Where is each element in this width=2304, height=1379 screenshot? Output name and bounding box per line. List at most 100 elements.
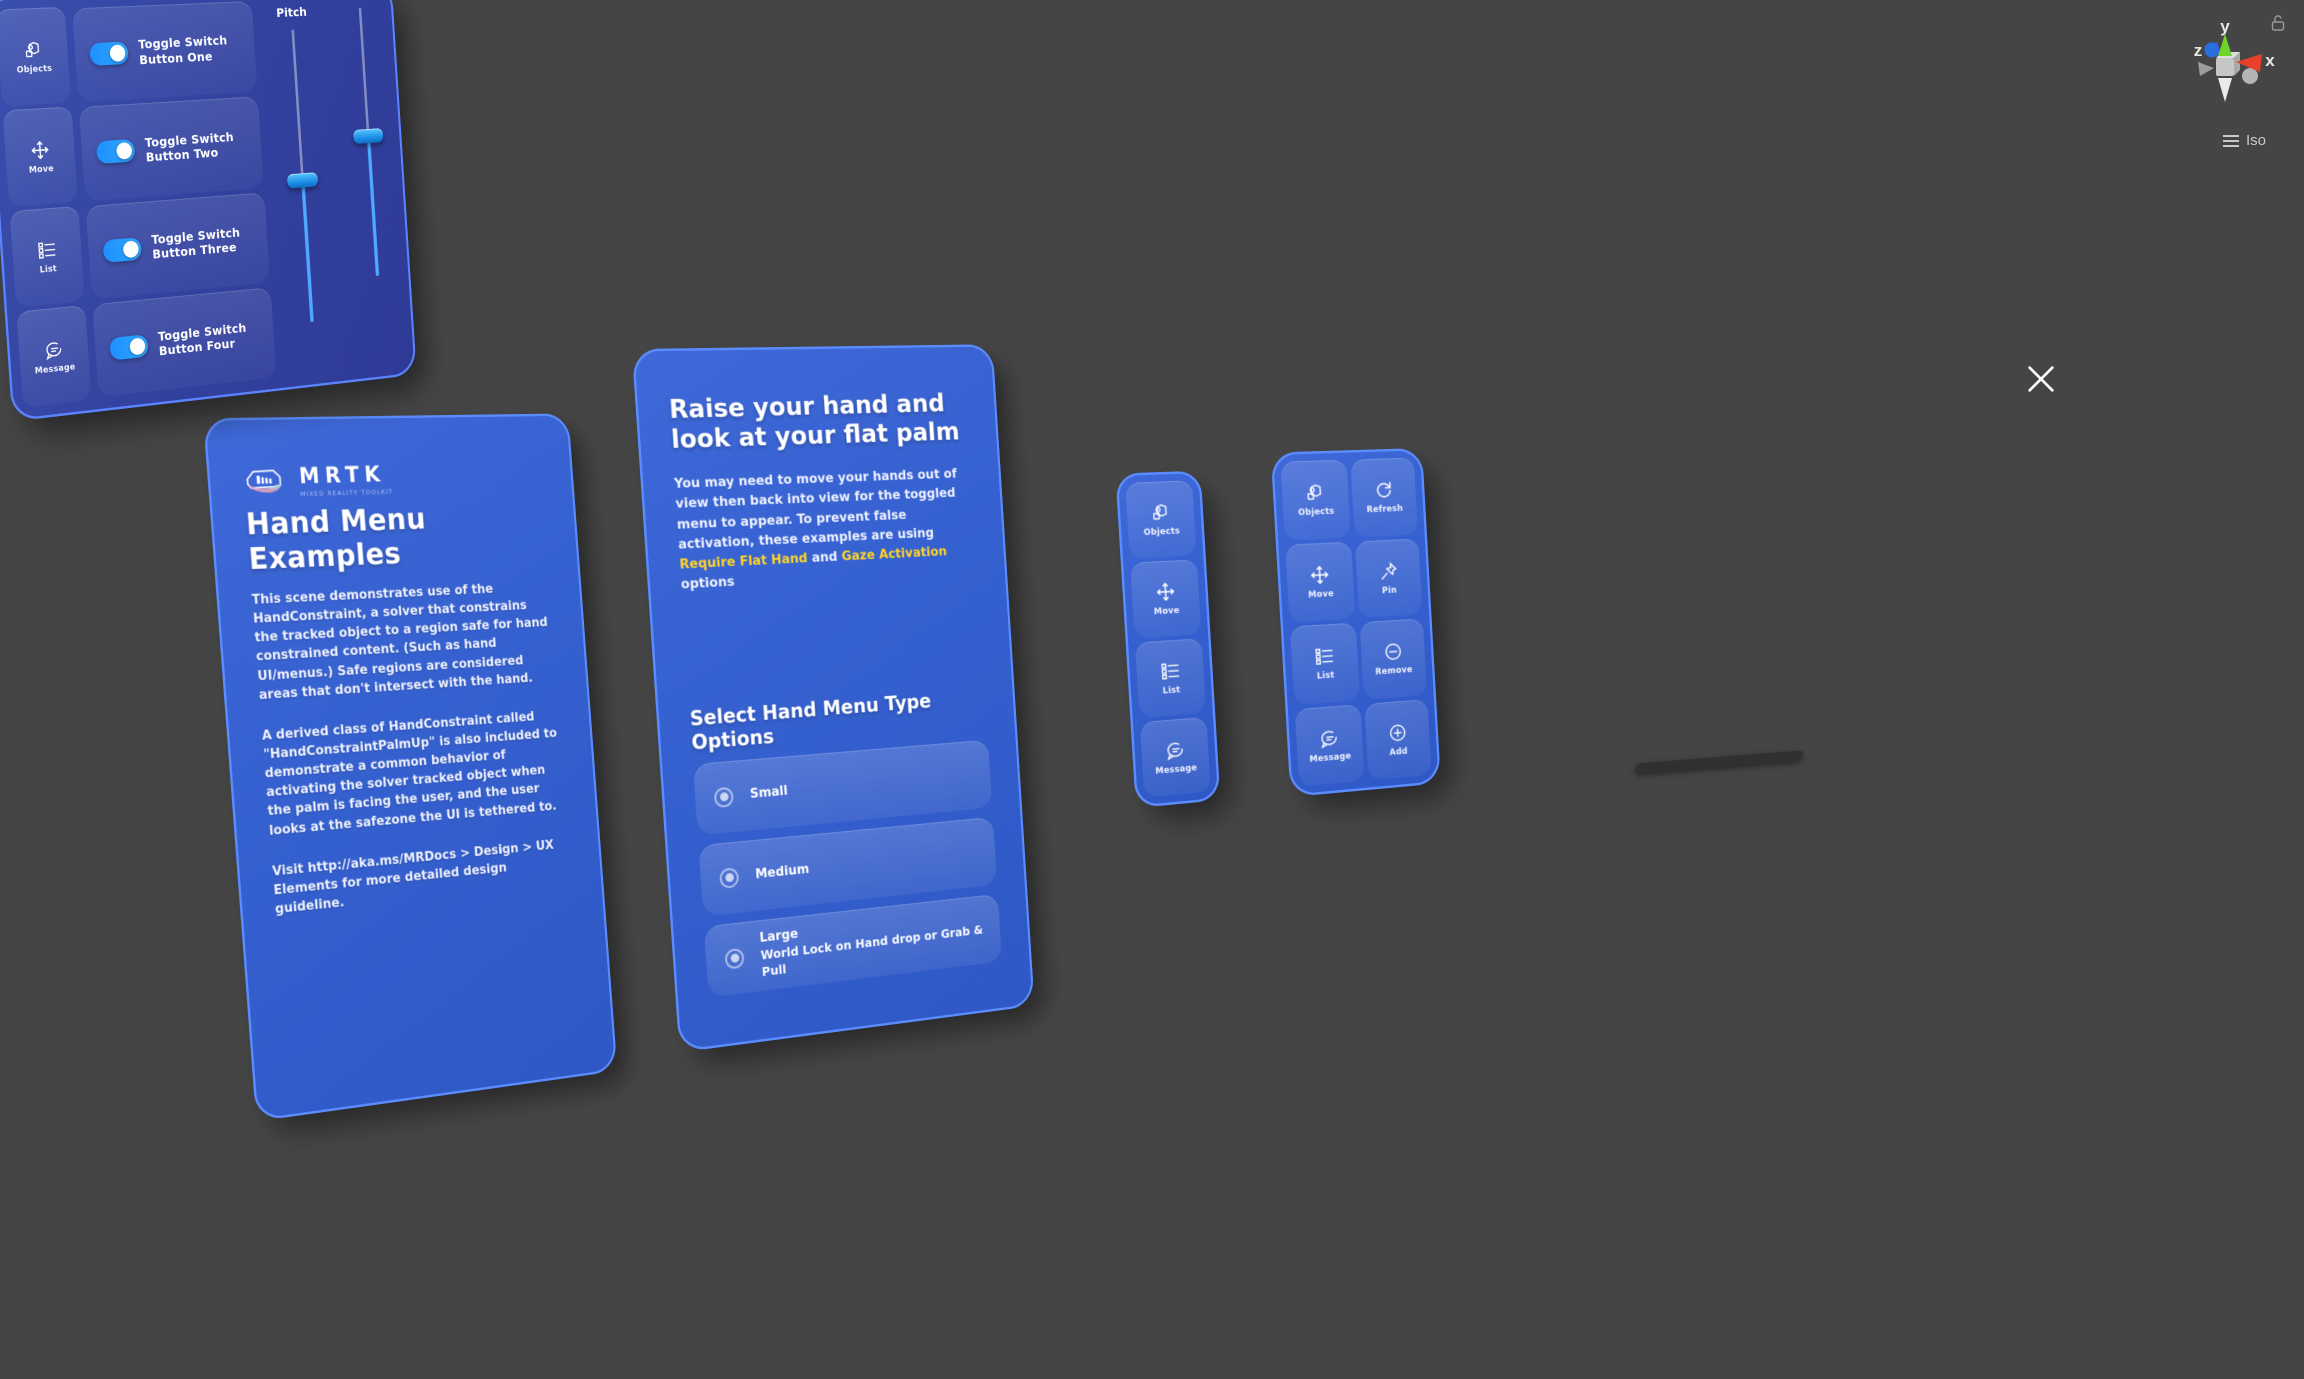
menu-button-label: Message xyxy=(1155,763,1198,777)
menu-button-message[interactable]: Message xyxy=(1139,716,1211,798)
move-arrows-icon xyxy=(1154,580,1176,603)
menu-button-objects[interactable]: Objects xyxy=(1280,459,1351,541)
unlocked-padlock-icon[interactable] xyxy=(2270,14,2286,32)
hand-menu-medium: Objects Refresh Move Pin List Remove Mes… xyxy=(1273,450,1439,795)
hand-body-highlight-1: Require Flat Hand xyxy=(679,551,809,573)
toggle-switch-on-icon[interactable] xyxy=(95,139,136,165)
radio-dot-icon xyxy=(724,947,745,970)
hamburger-icon[interactable] xyxy=(2222,134,2239,147)
radio-dot-icon xyxy=(719,867,740,889)
menu-button-label: Message xyxy=(1309,751,1352,765)
projection-mode-row[interactable]: Iso xyxy=(2222,132,2266,149)
slider-track[interactable] xyxy=(358,7,370,137)
add-plus-circle-icon xyxy=(1387,721,1409,744)
menu-button-label: List xyxy=(1316,670,1335,682)
message-bubble-icon xyxy=(1164,738,1186,762)
message-bubble-icon xyxy=(43,337,65,361)
toggle-switch-row-three[interactable]: Toggle Switch Button Three xyxy=(85,191,271,300)
menu-button-list[interactable]: List xyxy=(1289,622,1360,705)
description-paragraph-2: A derived class of HandConstraint called… xyxy=(261,709,558,839)
menu-button-label: List xyxy=(39,263,58,276)
menu-button-list[interactable]: List xyxy=(9,205,85,308)
menu-button-move[interactable]: Move xyxy=(1130,559,1202,639)
menu-button-refresh[interactable]: Refresh xyxy=(1349,457,1419,538)
menu-button-label: Objects xyxy=(1297,506,1335,519)
toggle-switch-on-icon[interactable] xyxy=(102,236,142,263)
slider-fill xyxy=(301,180,314,323)
list-icon xyxy=(1159,659,1181,682)
move-arrows-icon xyxy=(1309,563,1331,586)
menu-button-label: Remove xyxy=(1375,665,1413,678)
toggle-switch-row-four[interactable]: Toggle Switch Button Four xyxy=(92,286,277,398)
menu-button-pin[interactable]: Pin xyxy=(1354,538,1423,619)
menu-button-label: List xyxy=(1162,685,1181,697)
hand-menu-small: Objects Move List Message xyxy=(1117,473,1218,806)
gizmo-axis-z-ball xyxy=(2204,42,2220,58)
hand-body-post: options xyxy=(680,574,735,593)
hand-panel-title: Raise your hand and look at your flat pa… xyxy=(668,389,961,456)
hand-panel-body: You may need to move your hands out of v… xyxy=(674,465,978,595)
toggle-switch-row-two[interactable]: Toggle Switch Button Two xyxy=(78,96,264,201)
menu-button-objects[interactable]: Objects xyxy=(1125,480,1197,559)
hand-body-mid: and xyxy=(807,549,843,566)
hand-menu-large: Objects Move List Message Toggle Switch … xyxy=(0,0,415,419)
mrtk-hololens-logo-icon xyxy=(242,467,288,498)
description-paragraph-3: Visit http://aka.ms/MRDocs > Design > UX… xyxy=(271,837,555,918)
menu-button-move[interactable]: Move xyxy=(2,106,78,208)
toggle-switch-label: Toggle Switch Button Four xyxy=(157,320,247,359)
gizmo-axis-z-label: z xyxy=(2194,41,2203,60)
toggle-switch-label: Toggle Switch Button One xyxy=(137,33,228,67)
close-x-icon xyxy=(2028,366,2054,392)
mrtk-logo-row: MRTK MIXED REALITY TOOLKIT xyxy=(242,461,543,499)
menu-button-move[interactable]: Move xyxy=(1285,541,1356,623)
menu-button-label: Objects xyxy=(1143,526,1181,539)
menu-button-remove[interactable]: Remove xyxy=(1359,618,1428,700)
menu-button-objects[interactable]: Objects xyxy=(0,6,72,107)
menu-button-label: Move xyxy=(1153,605,1180,618)
menu-button-label: Refresh xyxy=(1366,504,1404,516)
menu-button-message[interactable]: Message xyxy=(1294,703,1365,787)
menu-button-add[interactable]: Add xyxy=(1363,698,1432,781)
slider-pitch[interactable]: Pitch xyxy=(266,4,340,366)
slider-label: Pitch xyxy=(275,4,308,20)
move-arrows-icon xyxy=(29,138,51,161)
slider-knob[interactable] xyxy=(352,128,384,145)
slider-group: Pitch Roll xyxy=(253,0,408,381)
hand-body-pre: You may need to move your hands out of v… xyxy=(673,467,958,553)
menu-button-message[interactable]: Message xyxy=(16,305,92,408)
gizmo-axis-y xyxy=(2218,34,2232,56)
slider-roll[interactable]: Roll xyxy=(334,0,406,340)
toggle-switch-list: Toggle Switch Button One Toggle Switch B… xyxy=(66,0,278,402)
toggle-switch-label: Toggle Switch Button Two xyxy=(144,129,235,165)
slider-knob[interactable] xyxy=(286,172,319,189)
menu-button-label: Move xyxy=(1308,588,1335,601)
menu-button-label: Move xyxy=(28,163,55,176)
close-button[interactable] xyxy=(2024,362,2058,396)
hand-menu-options-panel: Raise your hand and look at your flat pa… xyxy=(634,346,1033,1050)
toggle-switch-row-one[interactable]: Toggle Switch Button One xyxy=(72,0,258,103)
menu-button-label: Message xyxy=(34,361,76,377)
mrtk-wordmark-block: MRTK MIXED REALITY TOOLKIT xyxy=(298,463,393,498)
toggle-switch-on-icon[interactable] xyxy=(89,41,129,66)
panel-ground-shadow xyxy=(1634,750,1804,774)
hand-menu-type-radio-group: Small Medium Large World Lock on Hand dr… xyxy=(693,739,1003,998)
radio-dot-icon xyxy=(713,786,734,809)
menu-button-label: Add xyxy=(1389,746,1408,758)
radio-label: Small xyxy=(749,784,789,803)
toggle-switch-on-icon[interactable] xyxy=(109,334,149,361)
slider-track[interactable] xyxy=(291,29,304,181)
list-icon xyxy=(36,238,58,261)
description-panel: MRTK MIXED REALITY TOOLKIT Hand Menu Exa… xyxy=(205,415,616,1119)
page-title: Hand Menu Examples xyxy=(244,502,428,578)
gizmo-axis-y-label: y xyxy=(2220,17,2230,36)
radio-label-block: Large World Lock on Hand drop or Grab & … xyxy=(759,904,1001,981)
menu-button-label: Objects xyxy=(16,63,53,76)
slider-fill xyxy=(366,136,379,277)
gizmo-axis-x-label: x xyxy=(2265,51,2275,70)
projection-mode-label: Iso xyxy=(2245,132,2266,149)
menu-button-list[interactable]: List xyxy=(1134,638,1207,719)
refresh-icon xyxy=(1373,479,1395,501)
message-bubble-icon xyxy=(1318,726,1340,749)
unity-scene-view: MRTK MIXED REALITY TOOLKIT Hand Menu Exa… xyxy=(0,0,2304,1379)
pin-icon xyxy=(1377,560,1399,583)
